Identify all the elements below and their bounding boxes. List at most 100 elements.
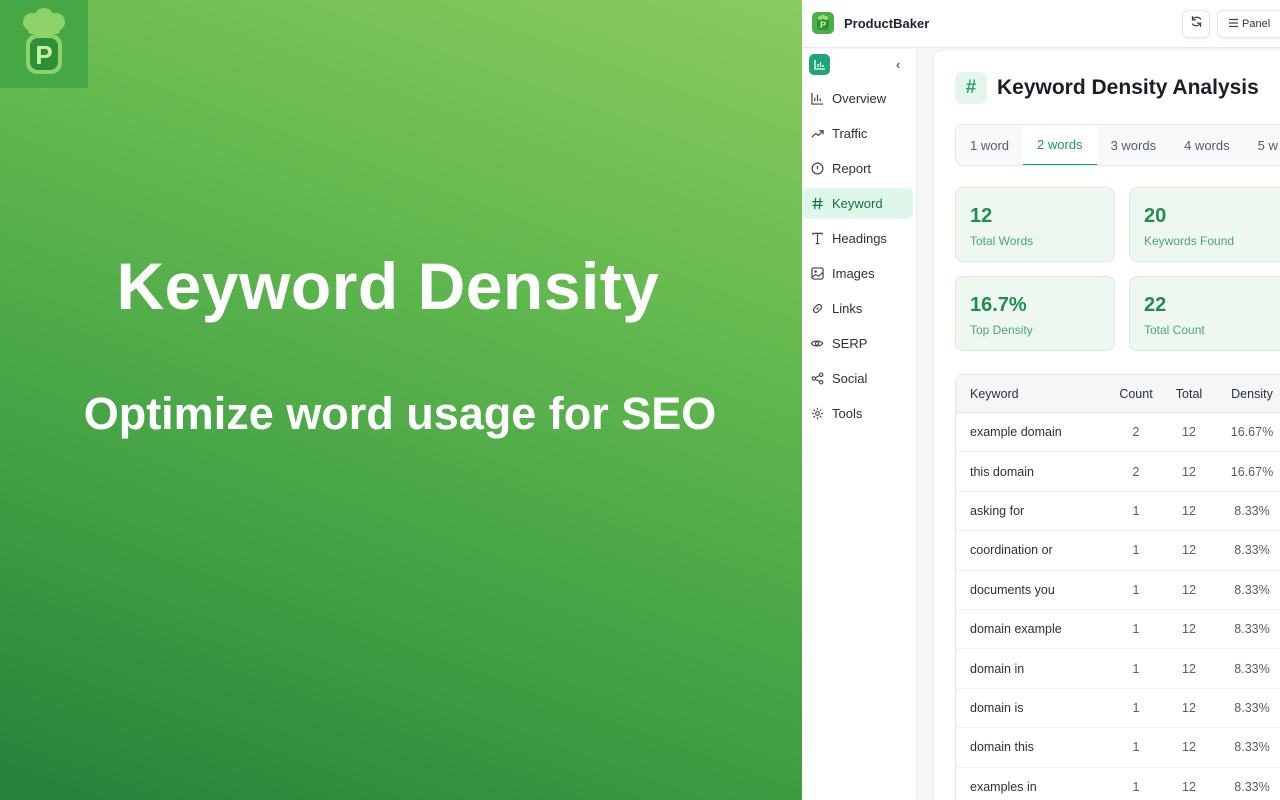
count-cell: 1 — [1132, 740, 1140, 755]
link-icon — [810, 302, 824, 316]
count-cell: 1 — [1132, 543, 1140, 558]
column-header-density[interactable]: Density — [1212, 387, 1280, 401]
chevron-left-icon[interactable]: ‹ — [896, 57, 900, 72]
menu-icon — [1228, 18, 1239, 31]
tab-3-words[interactable]: 3 words — [1097, 125, 1171, 165]
density-cell: 16.67% — [1230, 425, 1274, 440]
count-cell: 2 — [1132, 425, 1140, 440]
stat-value: 12 — [970, 205, 993, 227]
keyword-cell: asking for — [970, 503, 1025, 518]
sidebar-item-social[interactable]: Social — [803, 363, 913, 394]
density-cell: 8.33% — [1234, 582, 1270, 597]
tab-4-words[interactable]: 4 words — [1170, 125, 1244, 165]
count-cell: 1 — [1132, 661, 1140, 676]
stat-total-words: 12 Total Words — [955, 187, 1115, 262]
total-cell: 12 — [1182, 503, 1196, 518]
density-cell: 8.33% — [1234, 661, 1270, 676]
total-cell: 12 — [1182, 582, 1196, 597]
column-header-total[interactable]: Total — [1166, 387, 1212, 401]
app-window: P ProductBaker Panel ‹ Overview Traffic … — [802, 0, 1280, 800]
count-cell: 1 — [1132, 582, 1140, 597]
gear-icon — [810, 407, 824, 421]
sidebar-item-label: Tools — [832, 406, 863, 421]
count-cell: 2 — [1132, 464, 1140, 479]
table-body: example domain 2 12 16.67% this domain 2 12 16.… — [956, 413, 1280, 800]
sidebar-item-images[interactable]: Images — [803, 258, 913, 289]
total-cell: 12 — [1182, 779, 1196, 794]
refresh-button[interactable] — [1182, 10, 1210, 38]
svg-text:P: P — [35, 40, 52, 70]
sidebar-item-headings[interactable]: Headings — [803, 223, 913, 254]
tab-5-words[interactable]: 5 w — [1244, 125, 1280, 165]
density-cell: 8.33% — [1234, 503, 1270, 518]
promo-panel: P Keyword Density Optimize word usage fo… — [0, 0, 802, 800]
keyword-cell: this domain — [970, 464, 1034, 479]
count-cell: 1 — [1132, 700, 1140, 715]
count-cell: 1 — [1132, 622, 1140, 637]
keyword-cell: documents you — [970, 582, 1055, 597]
density-cell: 8.33% — [1234, 622, 1270, 637]
density-cell: 8.33% — [1234, 543, 1270, 558]
hash-icon: # — [955, 72, 987, 104]
sidebar-nav: Overview Traffic Report Keyword Headings… — [802, 83, 917, 433]
hash-icon — [810, 197, 824, 211]
total-cell: 12 — [1182, 661, 1196, 676]
trend-up-icon — [810, 127, 824, 141]
sidebar-item-label: Keyword — [832, 196, 883, 211]
keyword-cell: domain in — [970, 661, 1025, 676]
table-row: example domain 2 12 16.67% — [956, 413, 1280, 453]
total-cell: 12 — [1182, 543, 1196, 558]
stat-keywords-found: 20 Keywords Found — [1129, 187, 1280, 262]
total-cell: 12 — [1182, 464, 1196, 479]
density-cell: 8.33% — [1234, 740, 1270, 755]
panel-button[interactable]: Panel — [1217, 10, 1280, 38]
text-type-icon — [810, 232, 824, 246]
sidebar: ‹ Overview Traffic Report Keyword Headin… — [802, 49, 917, 800]
table-row: domain in 1 12 8.33% — [956, 649, 1280, 689]
panel-button-label: Panel — [1242, 18, 1271, 30]
keyword-cell: domain example — [970, 622, 1062, 637]
sidebar-item-serp[interactable]: SERP — [803, 328, 913, 359]
sidebar-item-traffic[interactable]: Traffic — [803, 118, 913, 149]
keyword-cell: domain is — [970, 700, 1024, 715]
sidebar-item-label: SERP — [832, 336, 868, 351]
density-cell: 8.33% — [1234, 700, 1270, 715]
stat-label: Keywords Found — [1144, 234, 1235, 248]
total-cell: 12 — [1182, 740, 1196, 755]
sidebar-item-overview[interactable]: Overview — [803, 83, 913, 114]
promo-title: Keyword Density — [116, 249, 660, 323]
tab-1-word[interactable]: 1 word — [956, 125, 1023, 165]
bar-chart-icon — [810, 92, 824, 106]
sidebar-item-report[interactable]: Report — [803, 153, 913, 184]
table-row: documents you 1 12 8.33% — [956, 571, 1280, 610]
count-cell: 1 — [1132, 779, 1140, 794]
stat-value: 16.7% — [970, 294, 1027, 316]
brand-name: ProductBaker — [844, 16, 930, 31]
sidebar-item-keyword[interactable]: Keyword — [803, 188, 913, 219]
page-title: Keyword Density Analysis — [997, 76, 1259, 99]
table-row: domain this 1 12 8.33% — [956, 728, 1280, 768]
table-row: examples in 1 12 8.33% — [956, 768, 1280, 800]
chef-logo-icon: P — [0, 0, 88, 88]
sidebar-item-label: Report — [832, 161, 872, 176]
stat-label: Total Words — [970, 234, 1034, 248]
tab-2-words[interactable]: 2 words — [1023, 125, 1097, 165]
sidebar-item-links[interactable]: Links — [803, 293, 913, 324]
column-header-keyword[interactable]: Keyword — [956, 387, 1106, 401]
sidebar-item-label: Social — [832, 371, 868, 386]
dashboard-chart-icon[interactable] — [809, 54, 830, 75]
top-bar: P ProductBaker Panel — [802, 0, 1280, 48]
total-cell: 12 — [1182, 700, 1196, 715]
total-cell: 12 — [1182, 622, 1196, 637]
column-header-count[interactable]: Count — [1106, 387, 1166, 401]
table-header: Keyword Count Total Density — [956, 375, 1280, 413]
stat-top-density: 16.7% Top Density — [955, 276, 1115, 351]
sidebar-item-tools[interactable]: Tools — [803, 398, 913, 429]
keyword-cell: coordination or — [970, 543, 1053, 558]
eye-icon — [810, 337, 824, 351]
stat-value: 22 — [1144, 294, 1167, 316]
main-panel: # Keyword Density Analysis 1 word 2 word… — [933, 49, 1280, 800]
keyword-cell: example domain — [970, 425, 1062, 440]
density-cell: 8.33% — [1234, 779, 1270, 794]
table-row: domain is 1 12 8.33% — [956, 689, 1280, 729]
